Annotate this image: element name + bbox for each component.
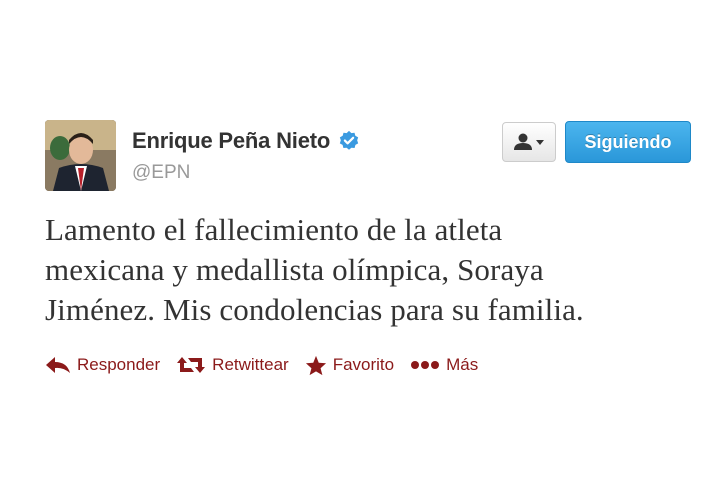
favorite-button[interactable]: Favorito <box>305 355 394 376</box>
more-label: Más <box>446 355 479 374</box>
following-button[interactable]: Siguiendo <box>565 121 691 163</box>
ellipsis-icon <box>411 361 440 369</box>
tweet-text: Lamento el fallecimiento de la atleta me… <box>45 210 685 330</box>
author-name[interactable]: Enrique Peña Nieto <box>132 128 330 154</box>
author-name-row[interactable]: Enrique Peña Nieto <box>132 128 360 154</box>
reply-label: Responder <box>77 355 161 374</box>
favorite-label: Favorito <box>332 355 395 374</box>
retweet-label: Retwittear <box>212 355 289 374</box>
user-actions-dropdown-button[interactable] <box>502 122 556 162</box>
avatar[interactable] <box>45 120 116 191</box>
verified-badge-icon <box>339 130 359 150</box>
author-handle[interactable]: @EPN <box>132 162 190 184</box>
tweet-line: Lamento el fallecimiento de la atleta <box>45 212 503 247</box>
retweet-button[interactable]: Retwittear <box>176 355 289 375</box>
star-icon <box>305 355 326 375</box>
tweet-line: Jiménez. Mis condolencias para su famili… <box>45 292 584 327</box>
more-button[interactable]: Más <box>410 355 478 375</box>
retweet-icon <box>177 357 206 373</box>
reply-arrow-icon <box>46 357 70 373</box>
tweet-actions: Responder Retwittear Favorito Más <box>45 350 494 380</box>
user-dropdown-icon <box>514 133 544 150</box>
tweet-line: mexicana y medallista olímpica, Soraya <box>45 252 544 287</box>
reply-button[interactable]: Responder <box>45 355 160 375</box>
profile-photo <box>45 120 116 191</box>
